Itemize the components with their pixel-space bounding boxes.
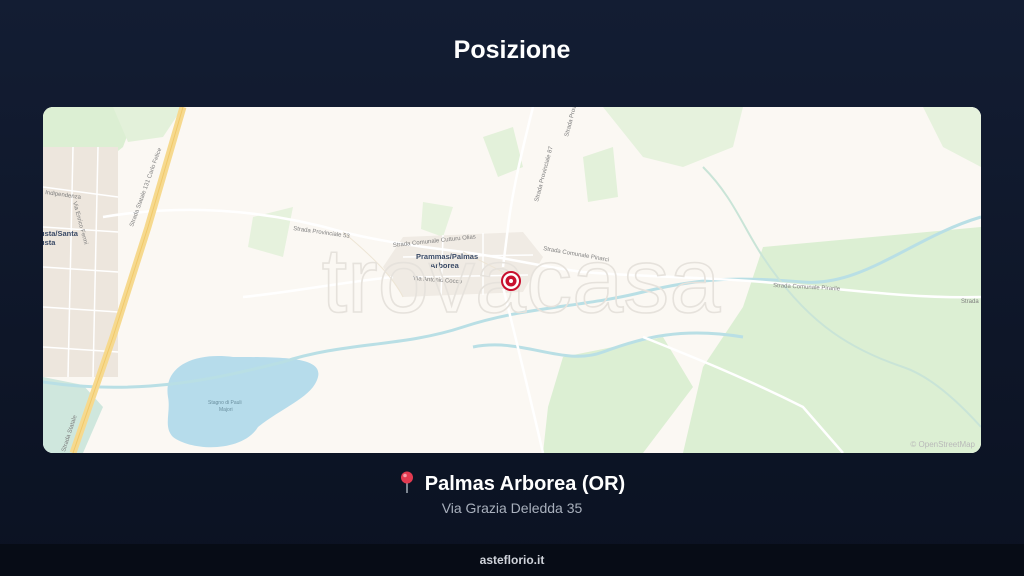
location-address: Via Grazia Deledda 35 (441, 500, 583, 516)
road-label-right: Strada (961, 299, 979, 305)
footer-site-link[interactable]: asteflorio.it (480, 553, 545, 567)
left-town-label-line2: usta (43, 238, 56, 247)
map-attribution[interactable]: © OpenStreetMap (910, 440, 975, 449)
footer: asteflorio.it (0, 544, 1024, 576)
lake-label-line1: Stagno di Pauli (208, 400, 242, 406)
lake-label-line2: Majori (219, 407, 233, 413)
page-title: Posizione (453, 36, 571, 64)
location-heading: Palmas Arborea (OR) (0, 471, 1024, 496)
round-pushpin-icon (400, 471, 413, 493)
location-name: Palmas Arborea (OR) (424, 473, 626, 495)
left-town-label-line1: usta/Santa (43, 229, 79, 238)
watermark-logo: trovacasa (322, 230, 722, 332)
map-canvas[interactable]: Strada Provinciale 53 Strada Comunale Cu… (43, 107, 981, 453)
location-marker-icon[interactable] (501, 271, 521, 291)
map[interactable]: Strada Provinciale 53 Strada Comunale Cu… (43, 107, 981, 453)
